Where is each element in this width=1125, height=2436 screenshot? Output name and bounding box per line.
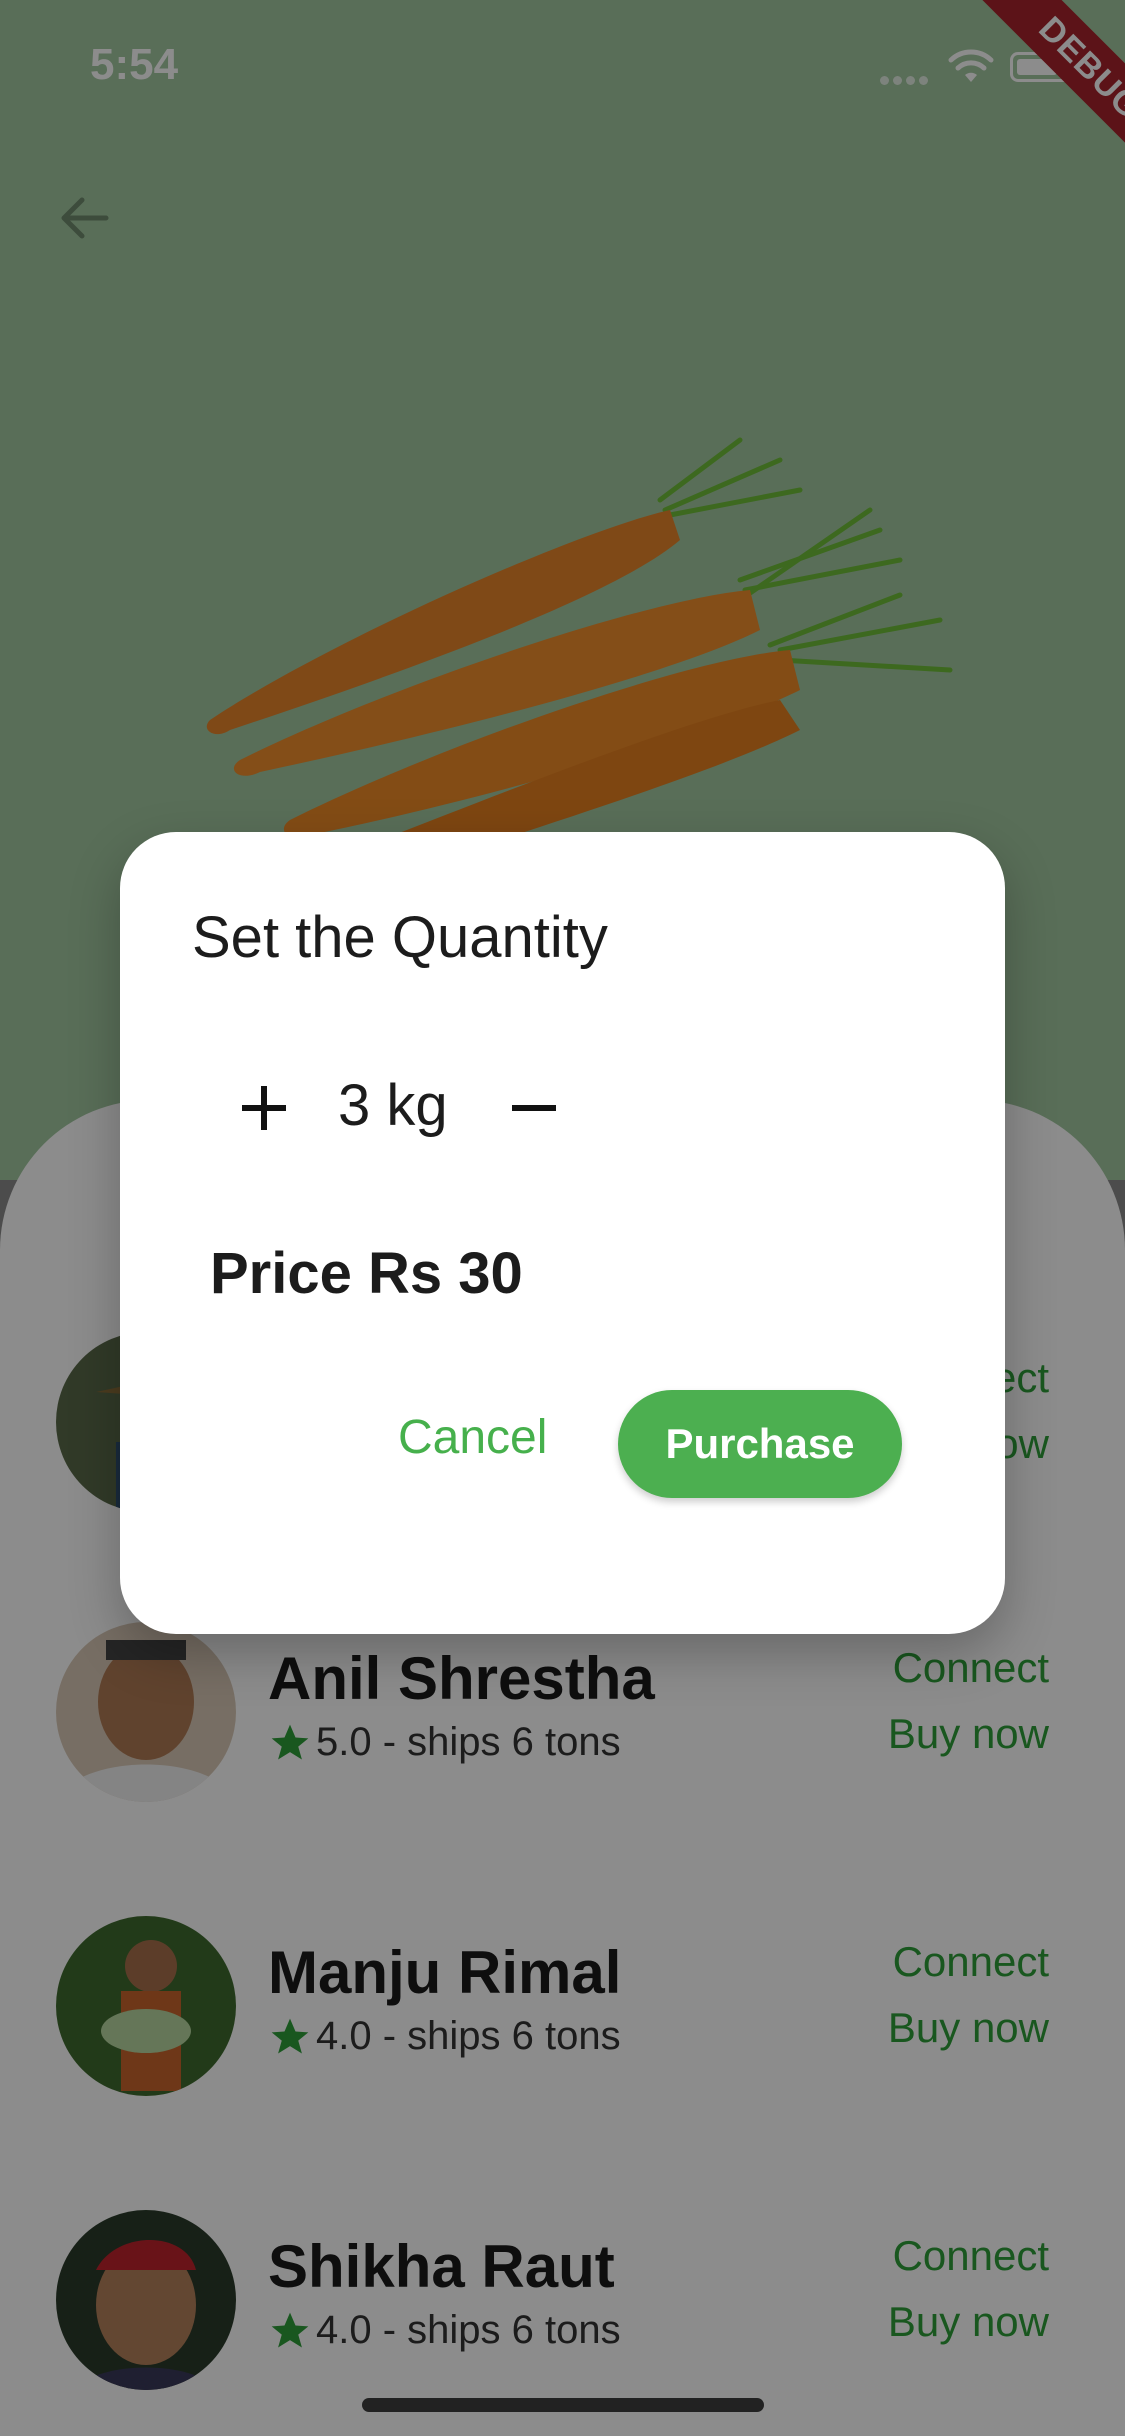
- minus-icon[interactable]: [498, 1072, 570, 1144]
- cancel-button[interactable]: Cancel: [398, 1410, 547, 1465]
- price-text: Price Rs 30: [210, 1241, 523, 1306]
- home-indicator[interactable]: [362, 2398, 764, 2412]
- dialog-title: Set the Quantity: [192, 905, 608, 970]
- screen: 5:54 DEBUG Connect: [0, 0, 1125, 2436]
- quantity-value: 3 kg: [338, 1073, 448, 1138]
- purchase-button[interactable]: Purchase: [618, 1390, 902, 1498]
- quantity-dialog: Set the Quantity 3 kg Price Rs 30 Cancel…: [120, 832, 1005, 1634]
- plus-icon[interactable]: [228, 1072, 300, 1144]
